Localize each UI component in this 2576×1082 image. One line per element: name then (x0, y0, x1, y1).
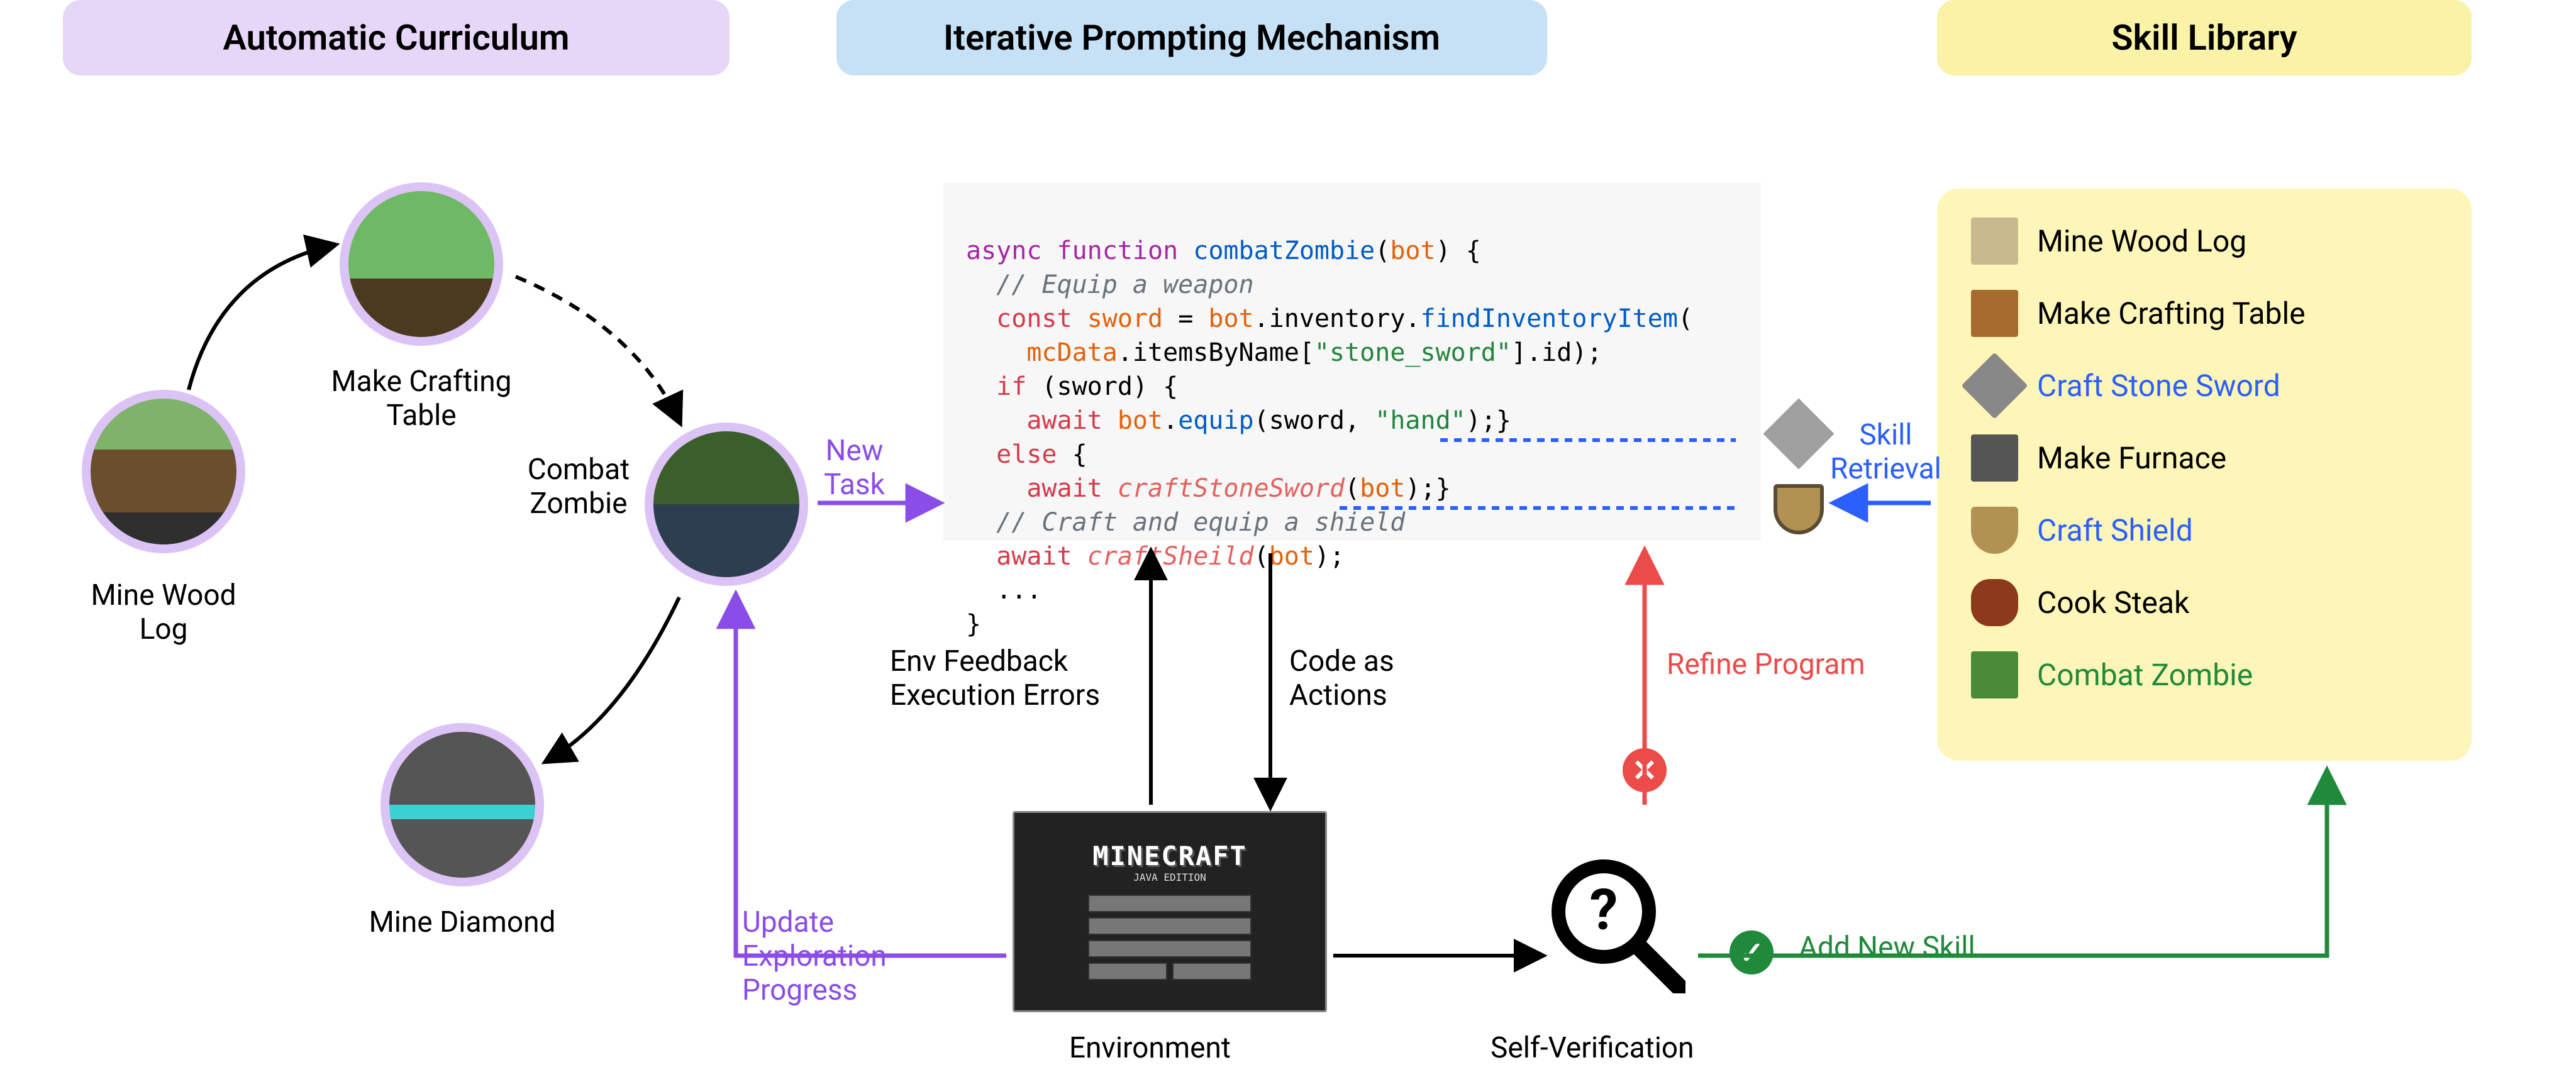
steak-icon (1971, 579, 2018, 626)
label-env-feedback: Env Feedback Execution Errors (890, 644, 1100, 712)
menu-button (1088, 917, 1252, 935)
menu-button (1172, 963, 1252, 980)
environment-screenshot: MINECRAFT JAVA EDITION (1013, 811, 1327, 1012)
thumb-diamond (389, 732, 535, 878)
code-l4: mcData.itemsByName["stone_sword"].id); (1026, 338, 1602, 367)
label-skill-retrieval: Skill Retrieval (1830, 418, 1941, 486)
label-add-new-skill: Add New Skill (1799, 930, 1975, 964)
skill-label: Cook Steak (2037, 585, 2189, 621)
skill-item-crafting-table: Make Crafting Table (1971, 290, 2438, 337)
skill-label: Craft Stone Sword (2037, 368, 2280, 404)
header-skill-library: Skill Library (1937, 0, 2472, 75)
header-iterative-prompting: Iterative Prompting Mechanism (836, 0, 1547, 75)
node-mine-wood-log (82, 390, 245, 553)
thumb-crafting-table (348, 191, 494, 337)
skill-item-cook-steak: Cook Steak (1971, 579, 2438, 626)
sword-icon (1763, 398, 1834, 469)
skill-label: Combat Zombie (2037, 657, 2253, 693)
crafting-table-icon (1971, 290, 2018, 337)
minecraft-logo: MINECRAFT (1092, 841, 1247, 871)
label-mine-diamond: Mine Diamond (349, 905, 575, 939)
code-l7: else { (996, 440, 1087, 469)
label-refine-program: Refine Program (1667, 648, 1865, 682)
code-box: async function combatZombie(bot) { // Eq… (943, 182, 1761, 541)
minecraft-subtitle: JAVA EDITION (1133, 871, 1206, 883)
skill-label: Make Crafting Table (2037, 295, 2306, 331)
code-l12: } (966, 610, 981, 639)
svg-text:?: ? (1590, 877, 1618, 943)
magnifier-icon: ? (1547, 855, 1685, 993)
furnace-icon (1971, 434, 2018, 482)
node-make-crafting-table (340, 182, 503, 346)
skill-item-make-furnace: Make Furnace (1971, 434, 2438, 482)
label-combat-zombie: Combat Zombie (519, 453, 638, 521)
code-l2: // Equip a weapon (996, 270, 1253, 299)
code-l11: ... (996, 576, 1041, 605)
zombie-icon (1971, 651, 2018, 698)
skill-item-craft-stone-sword: Craft Stone Sword (1971, 362, 2438, 409)
node-mine-diamond (380, 723, 544, 886)
label-code-as-actions: Code as Actions (1289, 644, 1394, 712)
code-l5: if (sword) { (996, 372, 1178, 401)
label-mine-wood-log: Mine Wood Log (66, 578, 261, 646)
label-new-task: New Task (824, 434, 885, 502)
shield-icon (1774, 484, 1824, 534)
stone-sword-icon (1961, 352, 2028, 419)
skill-label: Make Furnace (2037, 440, 2226, 476)
code-l6: await bot.equip(sword, "hand");} (1026, 406, 1511, 435)
skill-label: Craft Shield (2037, 512, 2193, 548)
menu-button (1088, 895, 1252, 912)
code-l9: // Craft and equip a shield (996, 508, 1405, 537)
add-skill-success-icon: ✓ (1729, 930, 1774, 974)
label-self-verification: Self-Verification (1491, 1031, 1694, 1065)
label-make-crafting-table: Make Crafting Table (302, 365, 541, 433)
skill-item-combat-zombie: Combat Zombie (1971, 651, 2438, 698)
menu-button (1088, 940, 1252, 958)
refine-fail-icon: ✕ (1623, 748, 1667, 792)
label-environment: Environment (1069, 1031, 1231, 1065)
code-l1: async function combatZombie(bot) { (966, 236, 1481, 265)
header-automatic-curriculum: Automatic Curriculum (63, 0, 730, 75)
node-combat-zombie (645, 422, 808, 586)
label-update-progress: Update Exploration Progress (742, 905, 887, 1007)
menu-button (1088, 963, 1167, 980)
shield-small-icon (1971, 507, 2018, 554)
code-l8: await craftStoneSword(bot);} (1026, 474, 1450, 503)
skill-label: Mine Wood Log (2037, 223, 2246, 259)
code-l10: await craftSheild(bot); (996, 542, 1345, 571)
thumb-mine-wood (91, 399, 236, 544)
skill-item-mine-wood: Mine Wood Log (1971, 218, 2438, 265)
skill-library-panel: Mine Wood Log Make Crafting Table Craft … (1937, 189, 2472, 761)
code-l3: const sword = bot.inventory.findInventor… (996, 304, 1693, 333)
thumb-zombie (653, 431, 799, 577)
skill-item-craft-shield: Craft Shield (1971, 507, 2438, 554)
wood-icon (1971, 218, 2018, 265)
